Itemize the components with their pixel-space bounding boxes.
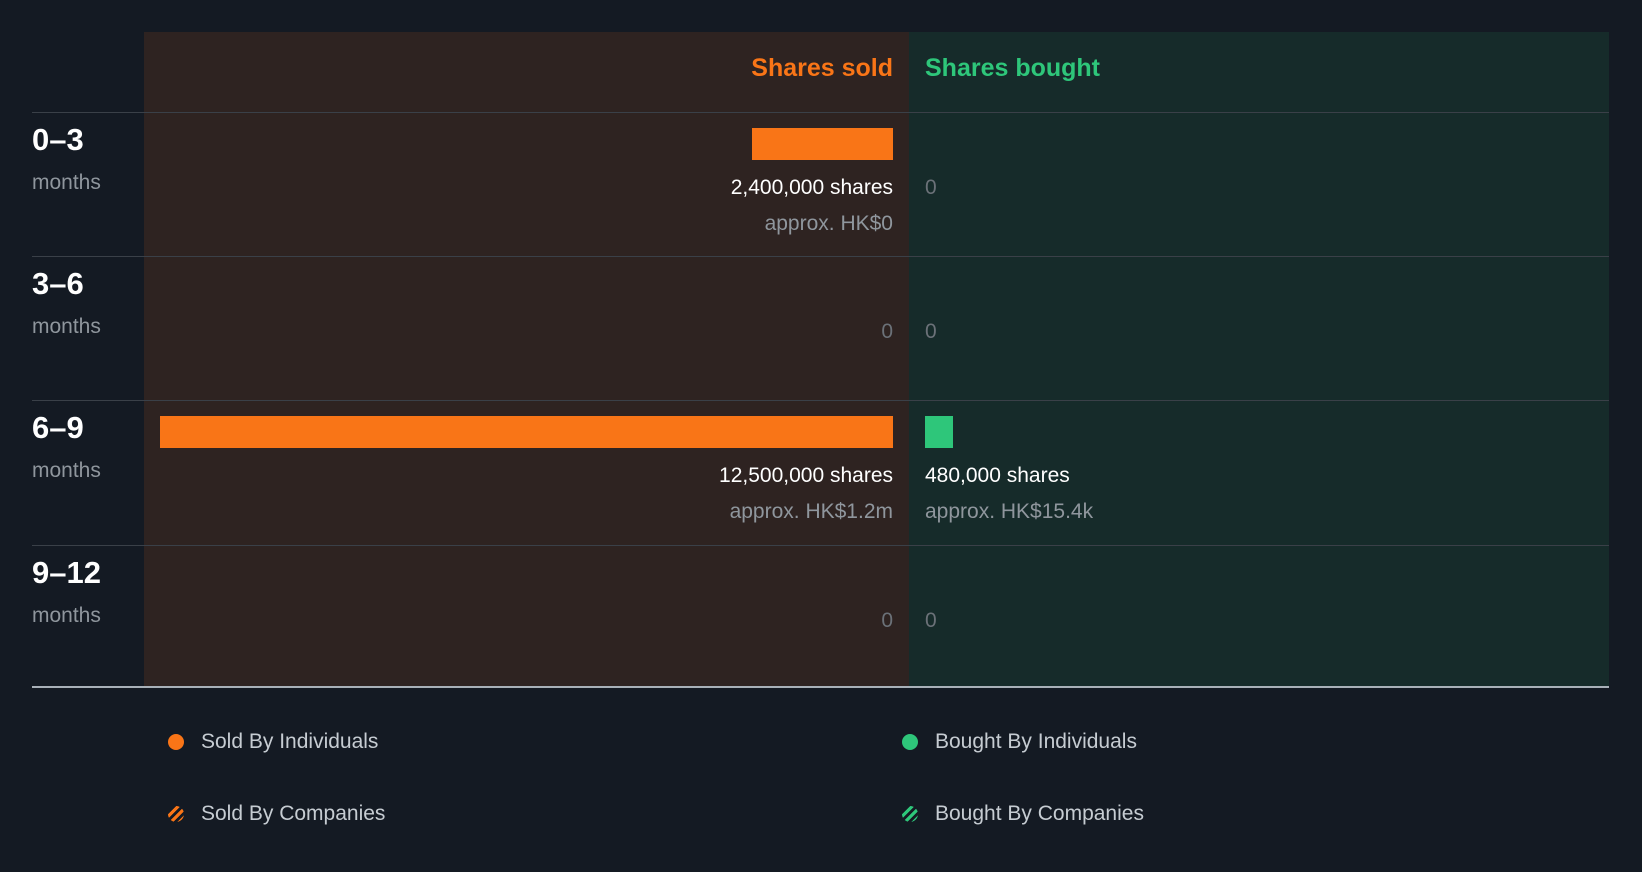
sold-zero-label: 0 bbox=[881, 609, 893, 632]
bought-zero-label: 0 bbox=[925, 609, 937, 632]
bought-zero-label: 0 bbox=[925, 176, 937, 199]
period-unit-label: months bbox=[32, 604, 101, 627]
chart-baseline bbox=[32, 686, 1609, 688]
legend-item: Bought By Individuals bbox=[902, 730, 1137, 754]
sold-zero-label: 0 bbox=[881, 320, 893, 343]
legend-item: Bought By Companies bbox=[902, 802, 1144, 826]
period-label: 6–9 bbox=[32, 410, 84, 445]
sold-value-label: approx. HK$1.2m bbox=[729, 500, 893, 523]
legend-item: Sold By Individuals bbox=[168, 730, 378, 754]
legend-stripe-icon bbox=[168, 806, 184, 822]
row-divider bbox=[32, 112, 1609, 113]
insider-trading-chart: Shares sold Shares bought 0–3 months 2,400… bbox=[0, 0, 1642, 872]
period-label: 3–6 bbox=[32, 266, 84, 301]
period-unit-label: months bbox=[32, 459, 101, 482]
sold-shares-label: 12,500,000 shares bbox=[719, 464, 893, 487]
legend-stripe-icon bbox=[902, 806, 918, 822]
period-unit-label: months bbox=[32, 171, 101, 194]
bought-shares-label: 480,000 shares bbox=[925, 464, 1070, 487]
legend-label: Sold By Individuals bbox=[201, 730, 379, 753]
sold-shares-label: 2,400,000 shares bbox=[730, 176, 893, 199]
row-divider bbox=[32, 545, 1609, 546]
bought-value-label: approx. HK$15.4k bbox=[925, 500, 1094, 523]
legend-label: Bought By Companies bbox=[935, 802, 1144, 825]
period-label: 9–12 bbox=[32, 555, 101, 590]
bought-zero-label: 0 bbox=[925, 320, 937, 343]
shares-bought-header: Shares bought bbox=[925, 54, 1101, 82]
shares-sold-header: Shares sold bbox=[751, 54, 893, 82]
row-divider bbox=[32, 256, 1609, 257]
legend-item: Sold By Companies bbox=[168, 802, 385, 826]
legend-label: Sold By Companies bbox=[201, 802, 386, 825]
sold-value-label: approx. HK$0 bbox=[764, 212, 893, 235]
bought-bar bbox=[925, 416, 954, 448]
legend-dot-icon bbox=[168, 734, 184, 750]
sold-bar bbox=[752, 128, 893, 160]
legend-label: Bought By Individuals bbox=[935, 730, 1137, 753]
bought-column-background bbox=[909, 32, 1609, 688]
row-divider bbox=[32, 400, 1609, 401]
period-unit-label: months bbox=[32, 315, 101, 338]
sold-bar bbox=[160, 416, 893, 448]
legend-dot-icon bbox=[902, 734, 918, 750]
period-label: 0–3 bbox=[32, 122, 84, 157]
